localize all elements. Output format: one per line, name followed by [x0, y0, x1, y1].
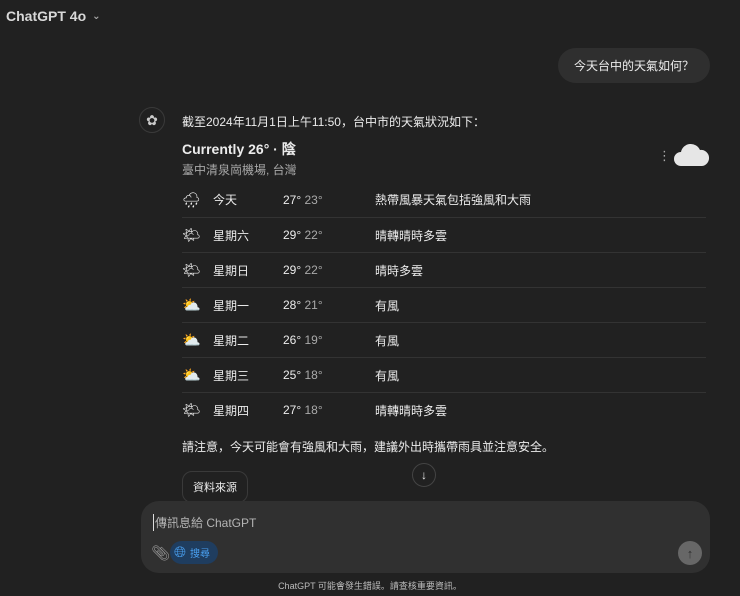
arrow-up-icon: ↑	[686, 545, 694, 561]
chatgpt-logo-icon: ✿	[139, 107, 165, 133]
weather-icon: 🌤	[182, 227, 202, 244]
sources-button[interactable]: 資料來源	[182, 471, 248, 503]
forecast-row: ⛅ 星期一 28° 21° 有風	[182, 287, 706, 322]
low-temp: 21°	[304, 298, 323, 312]
forecast-row: ⛅ 星期二 26° 19° 有風	[182, 322, 706, 357]
message-input[interactable]: 傳訊息給 ChatGPT	[153, 514, 256, 531]
weather-icon: ⛅	[182, 367, 201, 384]
forecast-desc: 晴轉晴時多雲	[375, 403, 448, 418]
chevron-down-icon: ⌄	[92, 10, 101, 22]
forecast-day: 星期六	[213, 228, 250, 243]
forecast-day: 星期日	[213, 263, 250, 278]
assistant-intro: 截至2024年11月1日上午11:50，台中市的天氣狀況如下：	[182, 115, 485, 129]
arrow-down-icon: ↓	[421, 468, 427, 482]
cloud-icon	[674, 143, 710, 166]
forecast-desc: 晴時多雲	[375, 263, 424, 278]
high-temp: 28°	[283, 298, 302, 312]
search-toggle[interactable]: 🌐︎ 搜尋	[170, 541, 219, 564]
disclaimer: ChatGPT 可能會發生錯誤。請查核重要資訊。	[278, 581, 462, 591]
forecast-desc: 熱帶風暴天氣包括強風和大雨	[375, 193, 532, 207]
forecast-row: 🌤 星期日 29° 22° 晴時多雲	[182, 252, 706, 287]
user-message: 今天台中的天氣如何？	[557, 48, 710, 83]
high-temp: 25°	[283, 368, 302, 382]
forecast-day: 星期四	[213, 403, 250, 418]
weather-icon: ⛅	[182, 297, 201, 314]
forecast-day: 今天	[213, 193, 238, 207]
high-temp: 29°	[283, 263, 302, 277]
model-selector[interactable]: ChatGPT 4o ⌄	[6, 8, 101, 24]
low-temp: 18°	[304, 368, 323, 382]
attach-icon[interactable]: 📎︎	[151, 544, 170, 562]
forecast-desc: 有風	[375, 333, 400, 348]
weather-location: 臺中清泉崗機場, 台灣	[182, 163, 297, 177]
forecast-day: 星期三	[213, 368, 250, 383]
forecast-desc: 有風	[375, 298, 400, 313]
low-temp: 19°	[304, 333, 323, 347]
scroll-down-button[interactable]: ↓	[412, 463, 436, 487]
high-temp: 27°	[283, 403, 302, 417]
forecast-desc: 晴轉晴時多雲	[375, 228, 448, 243]
current-weather: Currently 26° · 陰	[182, 141, 296, 157]
weather-note: 請注意，今天可能會有強風和大雨，建議外出時攜帶雨具並注意安全。	[182, 440, 555, 454]
weather-icon: ⛅	[182, 332, 201, 349]
message-composer: 傳訊息給 ChatGPT 📎︎ 🌐︎ 搜尋 ↑	[141, 501, 710, 573]
low-temp: 22°	[304, 263, 323, 277]
send-button[interactable]: ↑	[678, 541, 702, 565]
forecast-desc: 有風	[375, 368, 400, 383]
forecast-row: 🌤 星期六 29° 22° 晴轉晴時多雲	[182, 217, 706, 252]
high-temp: 27°	[283, 192, 302, 207]
forecast-row: ⛅ 星期三 25° 18° 有風	[182, 357, 706, 392]
globe-icon: 🌐︎	[174, 544, 187, 561]
weather-icon: 🌧	[182, 191, 202, 209]
low-temp: 22°	[304, 228, 323, 242]
more-options-icon[interactable]: ⋮	[658, 148, 671, 164]
weather-icon: 🌤	[182, 262, 202, 279]
model-name: ChatGPT 4o	[6, 8, 87, 24]
search-label: 搜尋	[190, 549, 211, 560]
forecast-day: 星期一	[213, 298, 250, 313]
forecast-day: 星期二	[213, 333, 250, 348]
high-temp: 29°	[283, 228, 302, 242]
low-temp: 18°	[304, 403, 323, 417]
forecast-row: 🌤 星期四 27° 18° 晴轉晴時多雲	[182, 392, 706, 427]
low-temp: 23°	[304, 192, 323, 207]
high-temp: 26°	[283, 333, 302, 347]
forecast-row: 🌧 今天 27° 23° 熱帶風暴天氣包括強風和大雨	[182, 182, 706, 217]
weather-icon: 🌤	[182, 402, 202, 419]
